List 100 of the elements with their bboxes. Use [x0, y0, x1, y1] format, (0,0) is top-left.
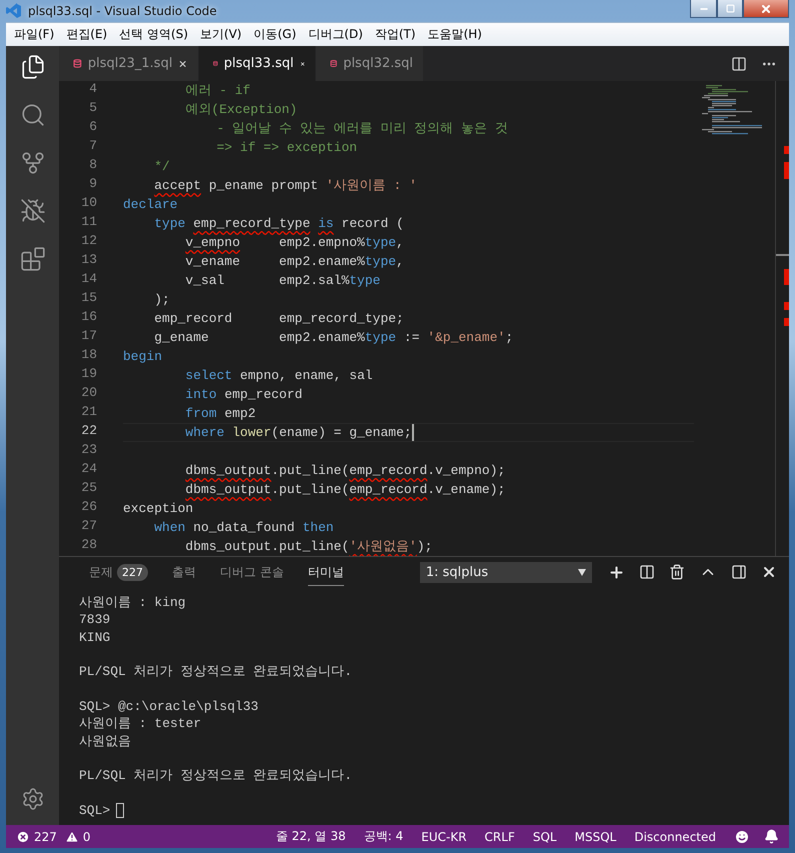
add-icon[interactable] [608, 564, 625, 581]
code-line: 에러 - if [184, 82, 250, 99]
line-number: 10 [80, 195, 98, 212]
line-number: 20 [80, 385, 98, 402]
smiley-icon[interactable] [734, 828, 750, 844]
database-icon [330, 57, 338, 70]
status-item[interactable]: MSSQL [574, 830, 616, 844]
app-logo-icon [6, 3, 22, 19]
code-line: v_ename emp2.ename%type, [184, 253, 404, 270]
code-line: v_sal emp2.sal%type [184, 272, 380, 289]
editor-tab[interactable]: plsql23_1.sql [59, 46, 199, 81]
code-line: when no_data_found then [153, 519, 334, 536]
status-item[interactable]: Disconnected [634, 830, 716, 844]
code-line: dbms_output.put_line('사원없음'); [184, 538, 432, 555]
status-item[interactable]: EUC-KR [421, 830, 467, 844]
line-number: 6 [88, 119, 98, 136]
warning-count[interactable]: 0 [82, 830, 91, 844]
minimize-button[interactable] [690, 0, 717, 18]
editor-tab[interactable]: plsql33.sql [199, 46, 316, 81]
code-line: from emp2 [184, 405, 256, 422]
code-line: dbms_output.put_line(emp_record.v_ename); [184, 481, 506, 498]
panel-layout-icon[interactable] [730, 564, 747, 580]
panel-tab[interactable]: 디버그 콘솔 [220, 558, 284, 586]
code-line: declare [123, 196, 178, 213]
menu-item[interactable]: 파일(F) [8, 26, 60, 43]
error-count[interactable]: 227 [34, 830, 57, 844]
git-fork-icon[interactable] [20, 150, 46, 176]
settings-icon[interactable] [20, 787, 44, 811]
close-icon [760, 2, 772, 14]
text-cursor [412, 424, 414, 441]
status-item[interactable]: 공백: 4 [364, 828, 404, 845]
line-number: 15 [80, 290, 98, 307]
minimap-drawing [702, 85, 762, 135]
panel-tab[interactable]: 문제 227 [89, 558, 148, 586]
count-badge: 227 [117, 564, 148, 582]
search-icon[interactable] [20, 102, 46, 128]
line-number: 26 [80, 499, 98, 516]
line-number: 23 [80, 442, 98, 459]
terminal-select[interactable]: 1: sqlplus [420, 562, 592, 583]
code-line: */ [153, 158, 170, 175]
close-button[interactable] [743, 0, 789, 18]
line-number: 27 [80, 518, 98, 535]
line-number: 5 [88, 100, 98, 117]
line-number: 21 [80, 404, 98, 421]
line-number: 13 [80, 252, 98, 269]
panel-tab[interactable]: 출력 [172, 558, 196, 586]
code-line: select empno, ename, sal [184, 367, 373, 384]
editor-tab[interactable]: plsql32.sql [316, 46, 424, 81]
code-line: into emp_record [184, 386, 302, 403]
database-icon [73, 57, 82, 70]
status-item[interactable]: CRLF [484, 830, 515, 844]
menu-item[interactable]: 선택 영역(S) [113, 26, 194, 43]
line-number: 22 [80, 423, 98, 440]
terminal-cursor [116, 802, 124, 818]
terminal-line: 사원이름 : king [79, 594, 187, 611]
line-number: 25 [80, 480, 98, 497]
code-line: v_empno emp2.empno%type, [184, 234, 404, 251]
line-number: 17 [80, 328, 98, 345]
warning-icon[interactable] [64, 830, 79, 844]
menu-item[interactable]: 이동(G) [248, 26, 302, 43]
code-line: => if => exception [216, 139, 358, 156]
maximize-button[interactable] [717, 0, 743, 18]
terminal-line: 7839 [79, 611, 112, 628]
terminal-line: SQL> @c:\oracle\plsql33 [79, 698, 260, 715]
line-number: 12 [80, 233, 98, 250]
status-item[interactable]: SQL [532, 830, 557, 844]
error-icon[interactable] [16, 830, 30, 844]
bell-icon[interactable] [764, 829, 779, 844]
caret-icon [578, 568, 586, 576]
line-number: 8 [88, 157, 98, 174]
status-item[interactable]: 줄 22, 열 38 [276, 828, 346, 845]
line-number: 28 [80, 537, 98, 554]
extensions-icon[interactable] [20, 246, 46, 272]
line-number: 11 [80, 214, 98, 231]
line-number: 18 [80, 347, 98, 364]
code-line: exception [123, 500, 194, 517]
files-icon[interactable] [20, 54, 46, 80]
code-line: 예외(Exception) [184, 101, 298, 118]
code-line: type emp_record_type is record ( [153, 215, 404, 232]
panel-tab[interactable]: 터미널 [308, 558, 344, 586]
maximize-icon [726, 4, 734, 13]
trash-icon[interactable] [668, 564, 685, 580]
menu-item[interactable]: 보기(V) [194, 26, 248, 43]
split-editor-icon[interactable] [731, 56, 747, 72]
code-line: accept p_ename prompt '사원이름 : ' [153, 177, 417, 194]
bug-icon[interactable] [20, 198, 46, 224]
line-number: 7 [88, 138, 98, 155]
menu-item[interactable]: 디버그(D) [302, 26, 369, 43]
terminal-line: SQL> [79, 802, 769, 819]
menu-item[interactable]: 편집(E) [60, 26, 114, 43]
terminal-line: KING [79, 628, 112, 646]
code-line: dbms_output.put_line(emp_record.v_empno); [184, 462, 506, 479]
code-line: ); [153, 291, 170, 308]
line-number: 16 [80, 309, 98, 326]
code-line: - 일어날 수 있는 에러를 미리 정의해 놓은 것 [216, 120, 508, 137]
line-number: 4 [88, 81, 98, 98]
menu-item[interactable]: 작업(T) [368, 26, 422, 43]
menu-item[interactable]: 도움말(H) [422, 26, 488, 43]
line-number: 24 [80, 461, 98, 478]
split-icon[interactable] [638, 564, 655, 580]
